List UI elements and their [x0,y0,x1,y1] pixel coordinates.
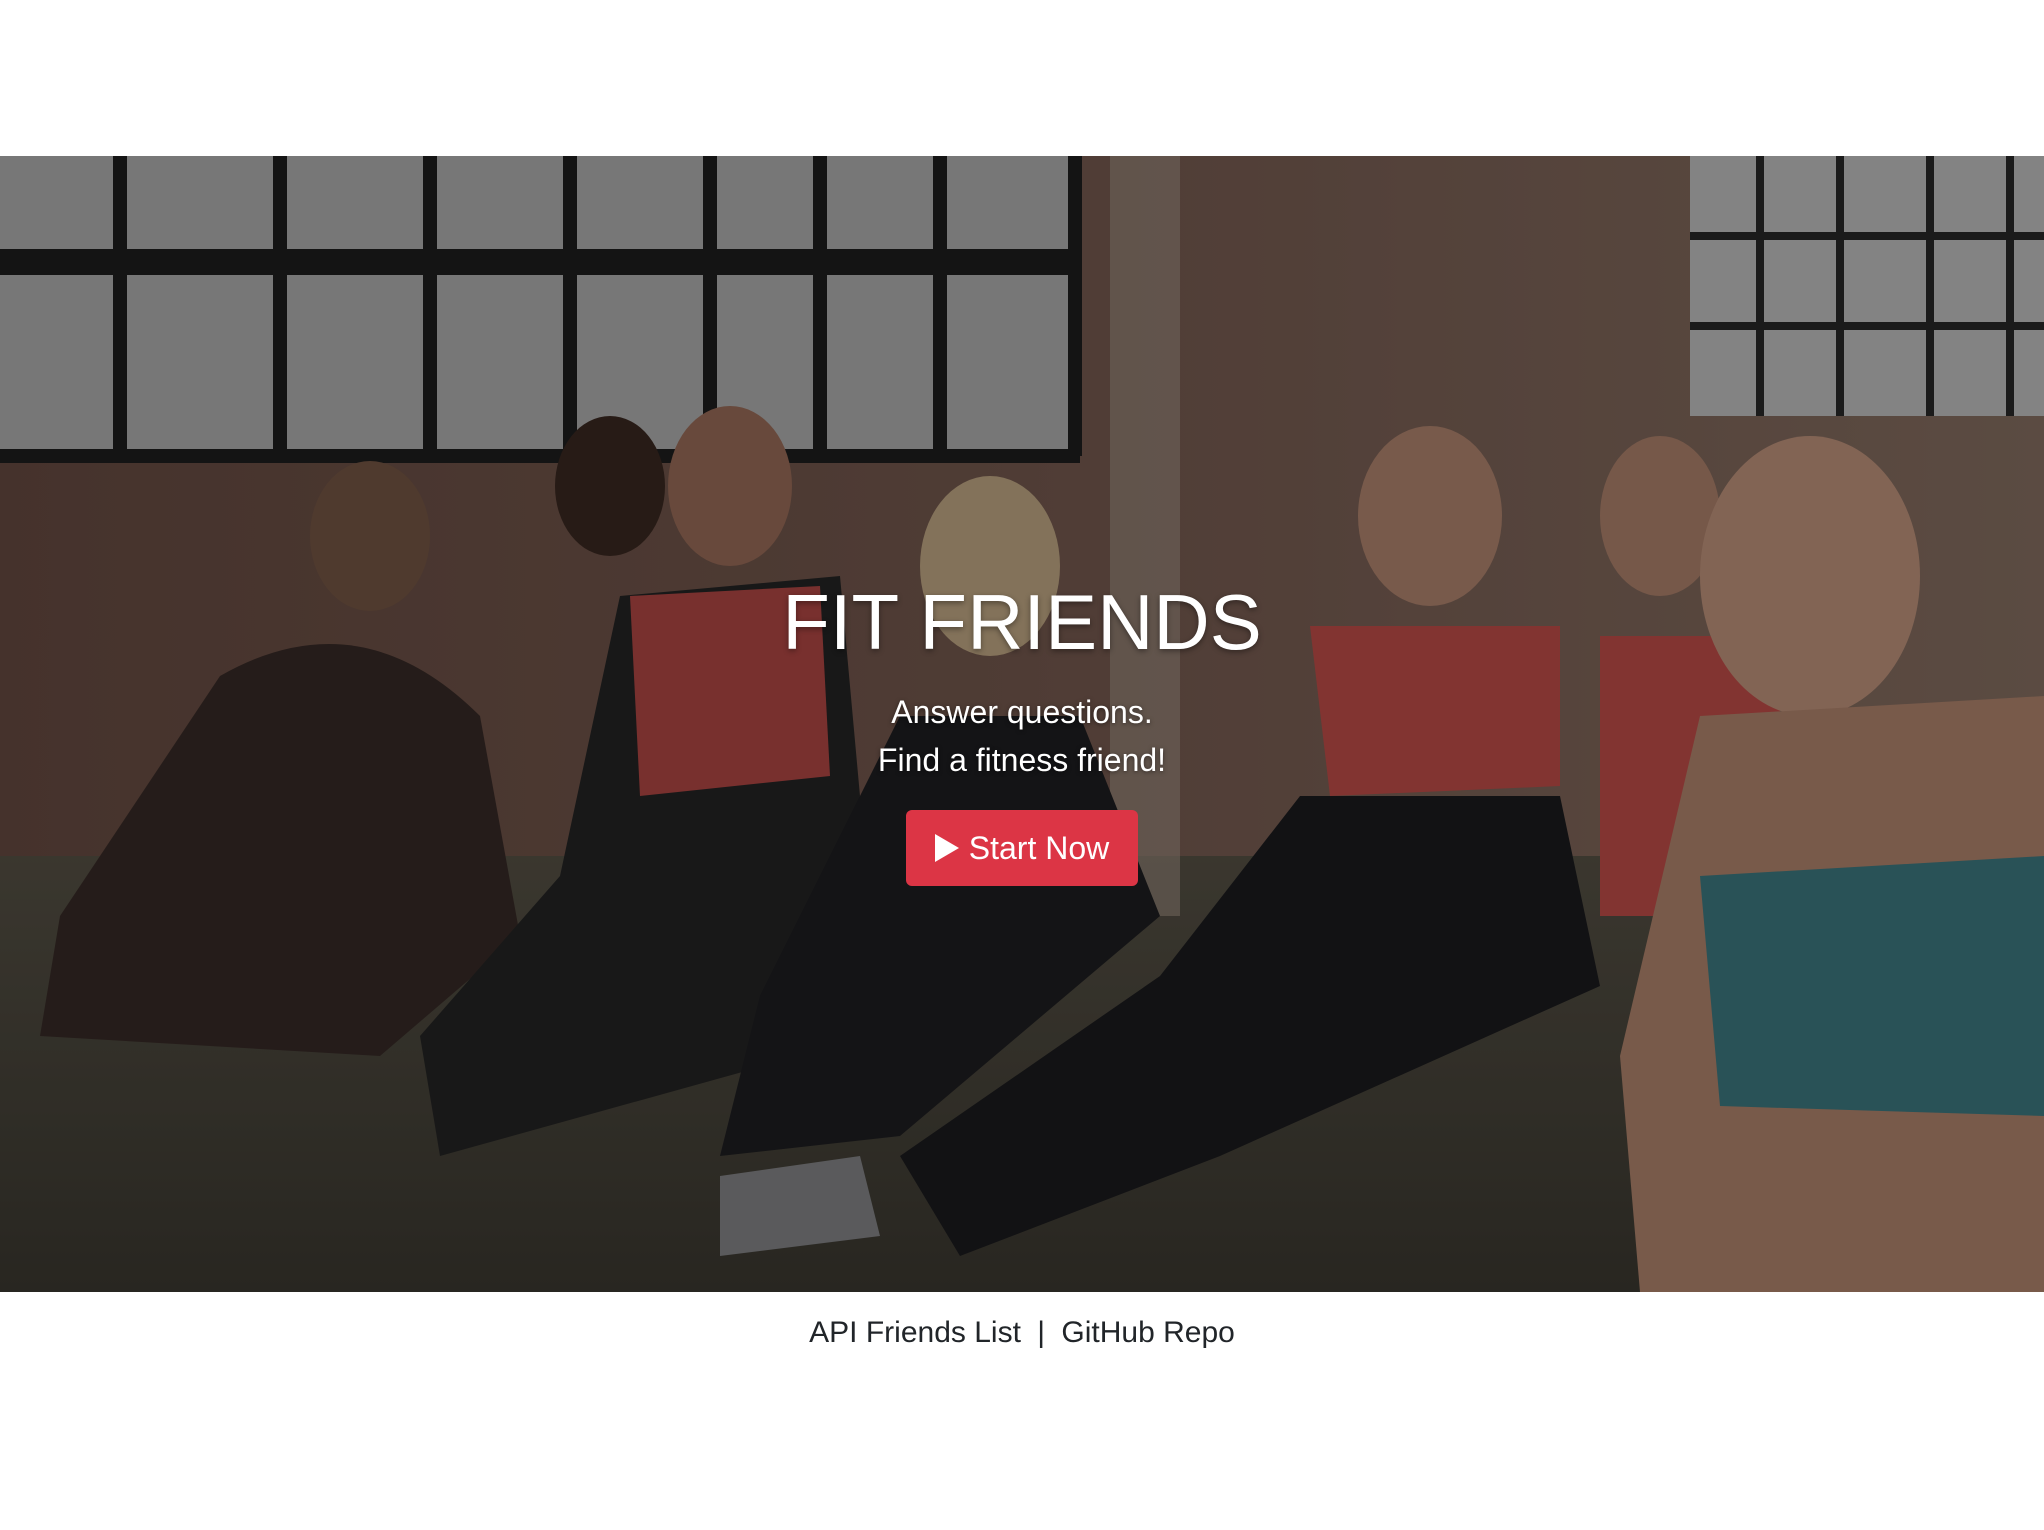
start-now-button[interactable]: Start Now [906,810,1138,886]
start-now-label: Start Now [968,829,1110,866]
hero-content: FIT FRIENDS Answer questions. Find a fit… [0,576,2044,886]
hero-banner: FIT FRIENDS Answer questions. Find a fit… [0,156,2044,1292]
api-friends-list-link[interactable]: API Friends List [809,1316,1021,1349]
footer: API Friends List | GitHub Repo [0,1316,2044,1350]
hero-subtitle: Answer questions. Find a fitness friend! [0,688,2044,784]
page: FIT FRIENDS Answer questions. Find a fit… [0,0,2044,1530]
play-icon [934,834,959,862]
footer-separator: | [1037,1316,1046,1349]
subtitle-line-2: Find a fitness friend! [877,742,1167,778]
subtitle-line-1: Answer questions. [891,694,1153,730]
github-repo-link[interactable]: GitHub Repo [1061,1316,1234,1349]
page-title: FIT FRIENDS [782,578,1262,666]
